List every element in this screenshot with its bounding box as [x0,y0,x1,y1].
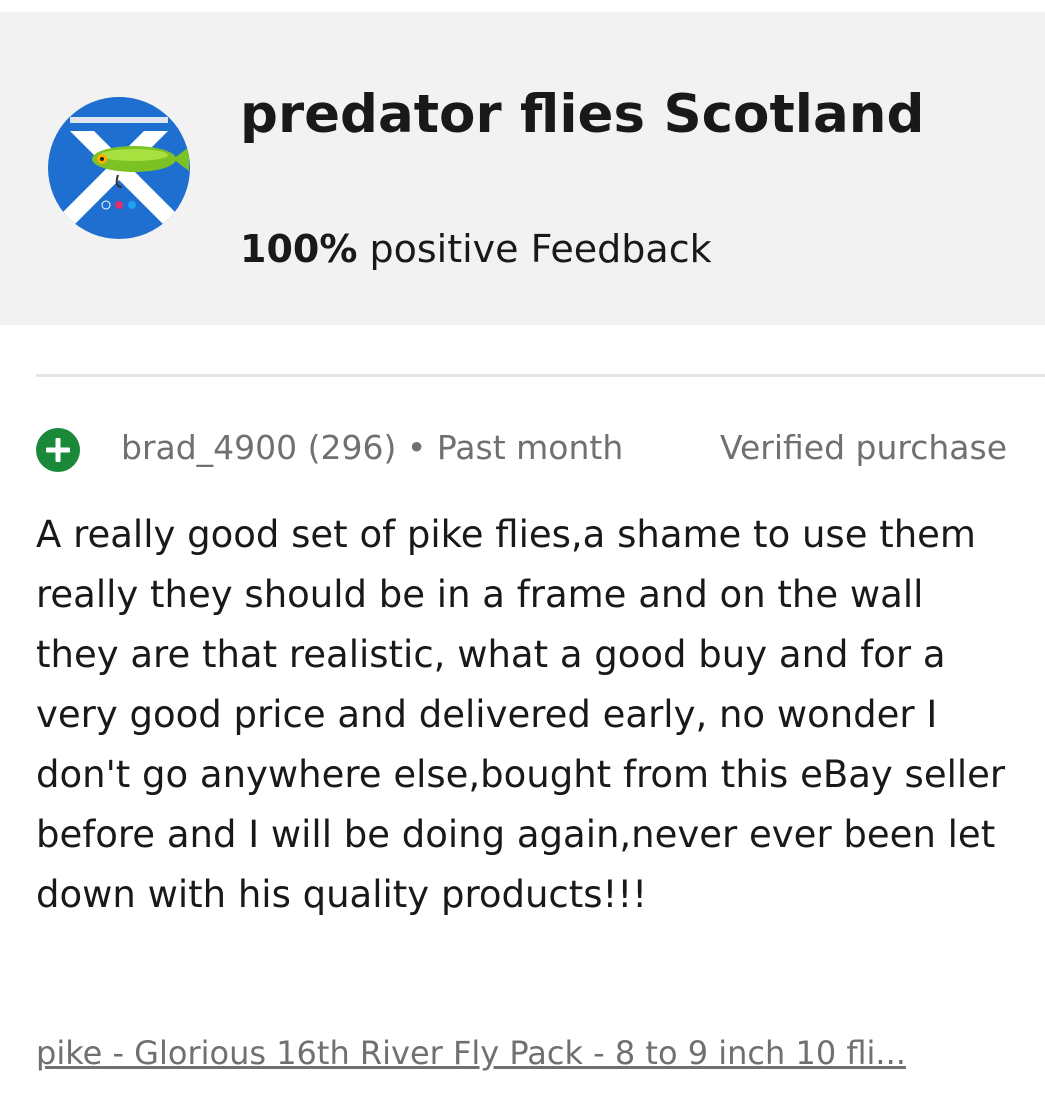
seller-name[interactable]: predator flies Scotland [240,72,1020,157]
feedback-percent: 100% [240,227,358,271]
reviewer-info: brad_4900 (296) • Past month [121,425,623,471]
reviewer-name[interactable]: brad_4900 (296) [121,428,396,467]
seller-header: predator flies Scotland 100% positive Fe… [0,12,1045,325]
saltire-flag-logo-icon [48,97,190,239]
section-divider [36,374,1045,377]
review-meta: brad_4900 (296) • Past month Verified pu… [36,425,1016,473]
positive-plus-icon [36,428,80,472]
item-link[interactable]: pike - Glorious 16th River Fly Pack - 8 … [36,1030,996,1076]
review-text: A really good set of pike flies,a shame … [36,513,1006,916]
seller-avatar[interactable] [48,97,190,239]
meta-separator: • [406,428,427,467]
feedback-label: positive Feedback [369,227,712,271]
review-time: Past month [436,428,624,467]
verified-purchase-label: Verified purchase [719,428,1007,467]
seller-feedback: 100% positive Feedback [240,225,712,273]
